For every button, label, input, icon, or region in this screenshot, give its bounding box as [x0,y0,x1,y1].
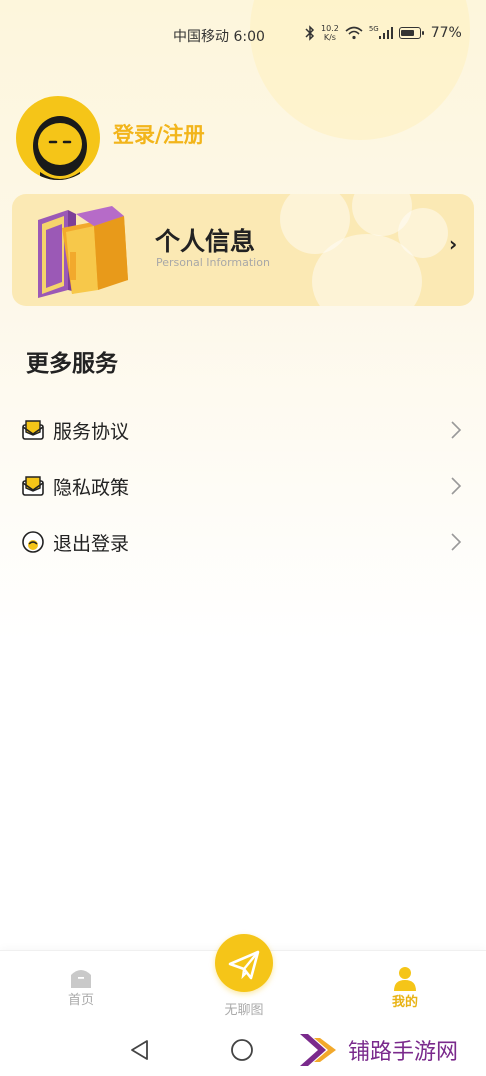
status-bar: 中国移动 6:00 10.2 K/s 5G 77% [0,22,486,50]
info-card-subtitle: Personal Information [156,256,270,269]
envelope-icon [22,476,44,496]
nav-label: 我的 [391,995,418,1010]
watermark-logo-icon [300,1034,336,1066]
nav-label: 无聊图 [224,1003,264,1018]
nav-label: 首页 [67,993,94,1008]
menu-item-label: 隐私政策 [53,477,130,499]
signal-icon [378,27,393,39]
envelope-icon [22,420,44,440]
nav-item-boring-pics[interactable]: 无聊图 [213,999,275,1018]
wifi-icon [345,26,363,40]
chevron-right-icon: › [449,232,458,256]
battery-percent: 77% [430,25,462,41]
home-icon [71,970,91,988]
logout-face-icon [22,531,44,553]
bluetooth-icon [305,25,315,41]
bg-decor-circle [250,0,470,140]
chevron-right-icon [451,421,462,439]
menu-item-logout[interactable]: 退出登录 [0,517,486,567]
nav-item-mine[interactable]: 我的 [380,965,430,1010]
battery-icon [398,27,424,39]
login-register-link[interactable]: 登录/注册 [113,119,205,149]
watermark: 铺路手游网 [298,1030,458,1070]
status-carrier: 中国移动 6:00 [173,29,265,45]
books-icon [38,206,128,298]
avatar[interactable] [16,96,100,180]
paper-plane-icon [228,950,260,980]
personal-info-card[interactable]: 个人信息 Personal Information › [12,194,474,306]
info-card-title: 个人信息 [155,227,256,256]
back-icon[interactable] [128,1038,152,1062]
status-icons: 10.2 K/s 5G 77% [305,24,462,42]
home-circle-icon[interactable] [230,1038,254,1062]
menu-item-label: 退出登录 [53,533,130,555]
section-title: 更多服务 [26,351,118,377]
chevron-right-icon [451,533,462,551]
menu-item-privacy-policy[interactable]: 隐私政策 [0,461,486,511]
menu-item-label: 服务协议 [53,421,130,443]
watermark-text: 铺路手游网 [348,1040,459,1065]
menu-item-service-agreement[interactable]: 服务协议 [0,405,486,455]
center-post-button[interactable] [215,934,273,992]
status-time: 6:00 [233,29,265,45]
avatar-face-icon [33,116,87,180]
network-type: 5G [368,25,379,33]
person-icon [394,967,416,991]
chevron-right-icon [451,477,462,495]
nav-item-home[interactable]: 首页 [56,965,106,1008]
network-speed: 10.2 K/s [321,24,339,42]
